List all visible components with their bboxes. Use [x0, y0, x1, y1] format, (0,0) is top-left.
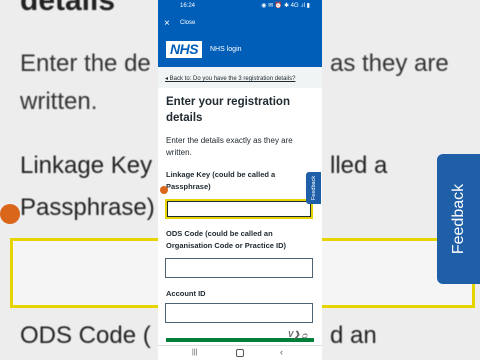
bg-heading: details [20, 0, 116, 17]
top-bar: × Close [158, 13, 322, 35]
linkage-key-input[interactable] [165, 199, 313, 219]
bg-label: lled a [330, 152, 388, 179]
home-icon[interactable] [236, 349, 244, 357]
linkage-key-label: Linkage Key (could be called a Passphras… [166, 170, 276, 191]
bg-label: Passphrase) [20, 194, 155, 221]
page-title: Enter your registration details [166, 96, 290, 124]
bg-label: Linkage Key [20, 152, 153, 179]
account-id-label: Account ID [166, 289, 206, 298]
ods-code-input[interactable] [165, 258, 313, 278]
nhs-logo: NHS [166, 41, 202, 58]
intro-text: Enter the details exactly as they are wr… [166, 136, 293, 157]
page-content: ◂ Back to: Do you have the 3 registratio… [158, 67, 322, 358]
bg-paragraph: written. [20, 88, 98, 115]
bg-label: ODS Code ( [20, 322, 151, 349]
phone-screen: 16:24 ◉ ✉ ⏰ ✱ 4G .ıl ▮ × Close NHS NHS l… [158, 0, 322, 360]
close-button[interactable]: Close [180, 20, 195, 26]
watermark: V❯ ۝ [288, 330, 307, 339]
bg-feedback-tab: Feedback [437, 154, 480, 284]
bg-touch-dot [0, 204, 20, 224]
account-id-input[interactable] [165, 303, 313, 323]
bg-paragraph: Enter the de [20, 50, 151, 77]
back-icon[interactable]: ‹ [280, 347, 283, 357]
feedback-label: Feedback [310, 175, 317, 201]
status-icons: ◉ ✉ ⏰ ✱ 4G .ıl ▮ [261, 3, 310, 9]
feedback-tab[interactable]: Feedback [306, 172, 321, 204]
bg-input [10, 238, 164, 308]
android-nav-bar: ||| ‹ [158, 345, 322, 360]
close-icon[interactable]: × [164, 19, 170, 29]
status-bar: 16:24 ◉ ✉ ⏰ ✱ 4G .ıl ▮ [158, 0, 322, 13]
bg-feedback-label: Feedback [449, 183, 467, 255]
app-name: NHS login [210, 46, 242, 53]
bg-label: d an [330, 322, 377, 349]
bg-paragraph: as they are [330, 50, 449, 77]
back-link[interactable]: ◂ Back to: Do you have the 3 registratio… [165, 75, 295, 82]
form-card: Enter your registration details Enter th… [158, 88, 322, 358]
status-time: 16:24 [180, 3, 196, 9]
touch-indicator [160, 186, 168, 194]
brand-header: NHS NHS login [158, 35, 322, 67]
recents-icon[interactable]: ||| [192, 349, 197, 356]
ods-code-label: ODS Code (could be called an Organisatio… [166, 229, 287, 250]
